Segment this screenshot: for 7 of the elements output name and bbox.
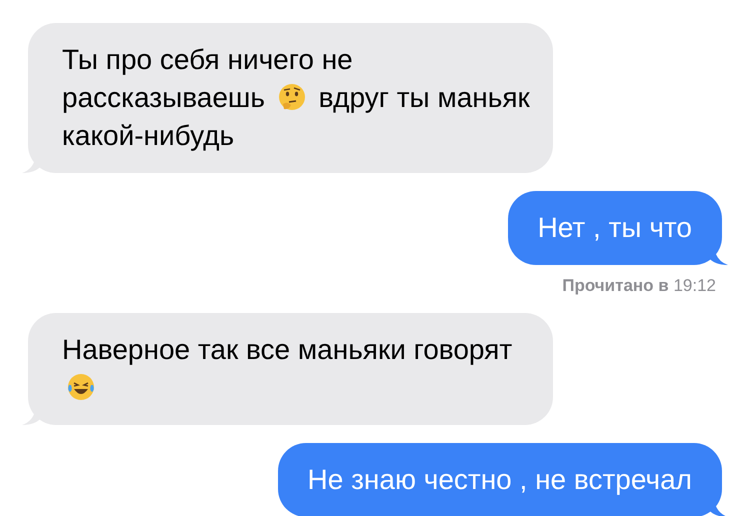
read-receipt: Прочитано в 19:12 (562, 275, 716, 297)
laughing-face-icon (66, 372, 96, 402)
message-bubble: Ты про себя ничего не рассказываешь вдруг ты маньяк какой-нибудь (28, 23, 553, 173)
message-bubble: Наверное так все маньяки говорят (28, 312, 553, 424)
message-bubble: Не знаю честно , не встречал (278, 442, 722, 516)
message-bubble: Нет , ты что (508, 191, 722, 265)
thinking-face-icon (276, 82, 307, 112)
